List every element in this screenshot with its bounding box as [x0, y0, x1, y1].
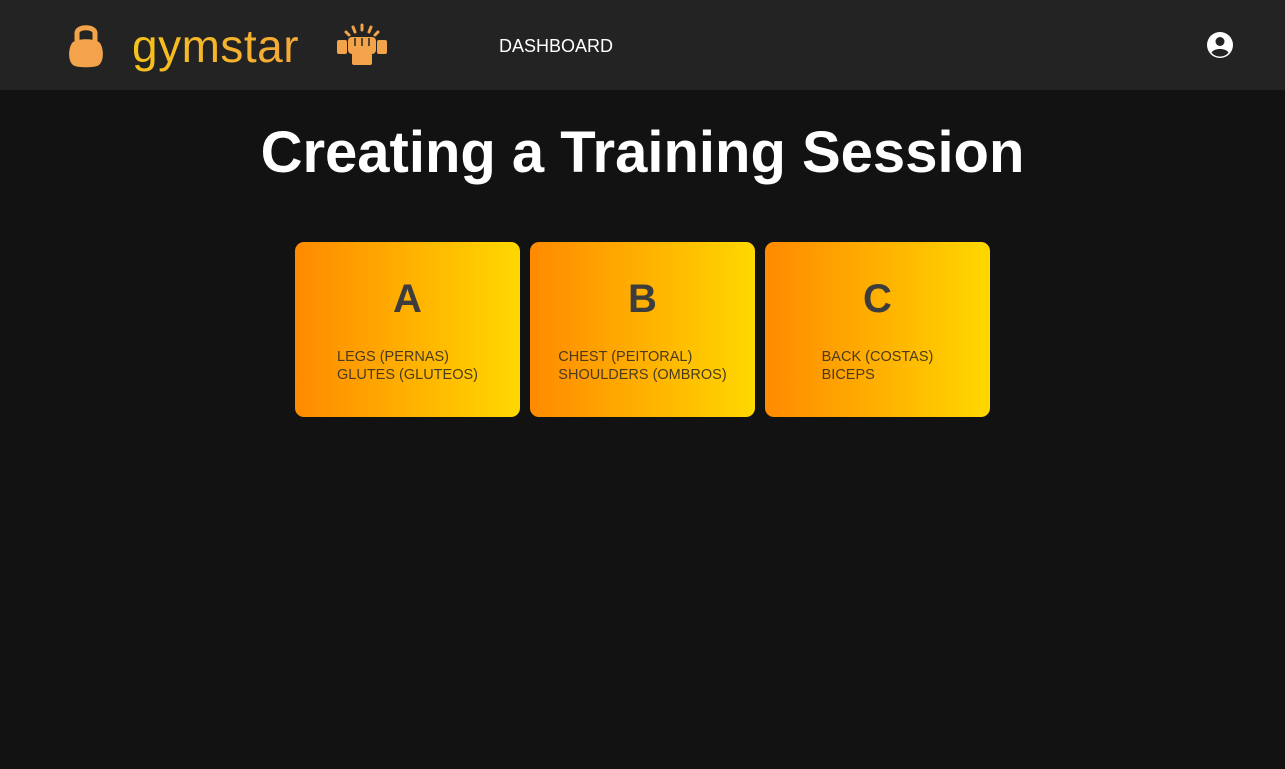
muscle-group-list: BACK (COSTAS) BICEPS	[822, 348, 934, 384]
session-letter: C	[863, 277, 892, 321]
muscle-group-item: LEGS (PERNAS)	[337, 349, 449, 365]
muscle-group-list: CHEST (PEITORAL) SHOULDERS (OMBROS)	[558, 348, 726, 384]
session-letter: A	[393, 277, 422, 321]
account-circle-icon[interactable]	[1206, 31, 1234, 59]
session-letter: B	[628, 277, 657, 321]
kettlebell-icon	[69, 25, 103, 68]
top-bar: gymstar DASHBOARD	[0, 0, 1285, 90]
muscle-group-item: SHOULDERS (OMBROS)	[558, 367, 727, 383]
muscle-group-item: BACK (COSTAS)	[821, 349, 934, 365]
page-title: Creating a Training Session	[260, 120, 1025, 185]
raised-fist-icon	[337, 23, 387, 65]
muscle-group-item: CHEST (PEITORAL)	[558, 349, 693, 365]
muscle-group-item: BICEPS	[821, 367, 875, 383]
muscle-group-list: LEGS (PERNAS) GLUTES (GLUTEOS)	[337, 348, 478, 384]
session-card-c[interactable]: C BACK (COSTAS) BICEPS	[765, 242, 990, 417]
nav-dashboard-link[interactable]: DASHBOARD	[499, 35, 613, 57]
muscle-group-item: GLUTES (GLUTEOS)	[337, 367, 478, 383]
session-card-a[interactable]: A LEGS (PERNAS) GLUTES (GLUTEOS)	[295, 242, 520, 417]
brand-logo[interactable]: gymstar	[132, 20, 299, 72]
session-card-b[interactable]: B CHEST (PEITORAL) SHOULDERS (OMBROS)	[530, 242, 755, 417]
